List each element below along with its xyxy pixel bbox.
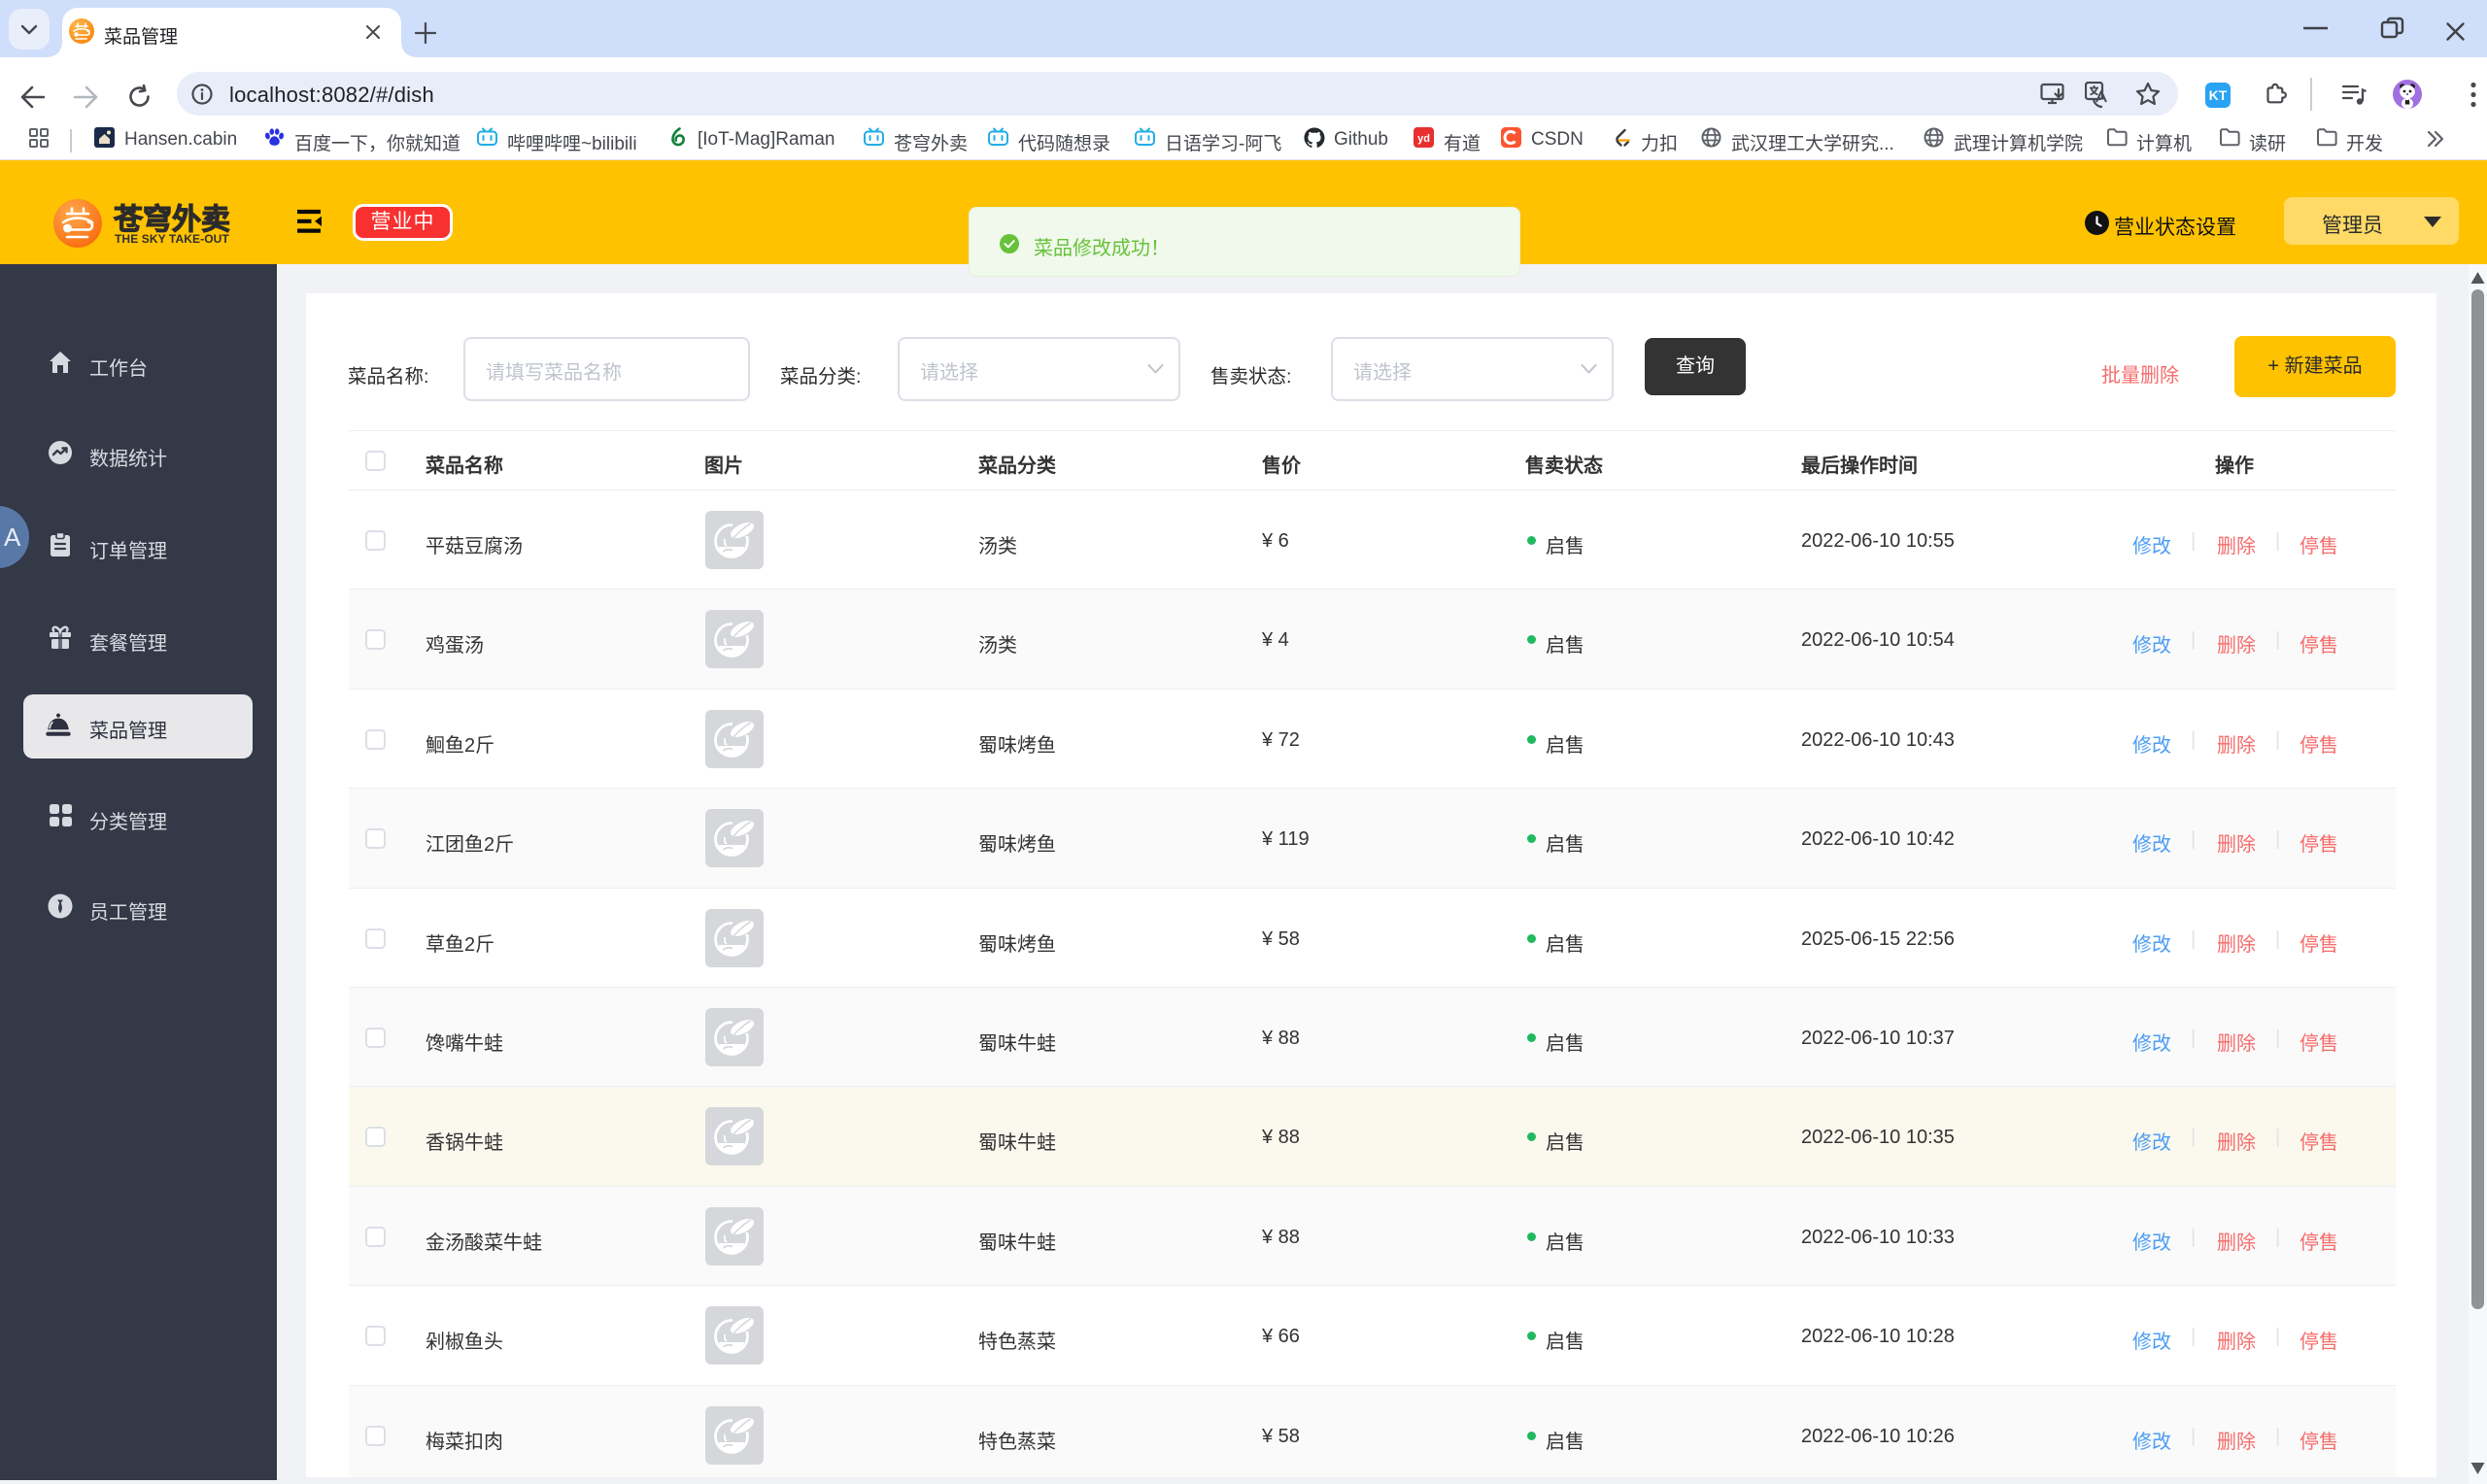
svg-text:yd: yd — [1417, 133, 1430, 145]
